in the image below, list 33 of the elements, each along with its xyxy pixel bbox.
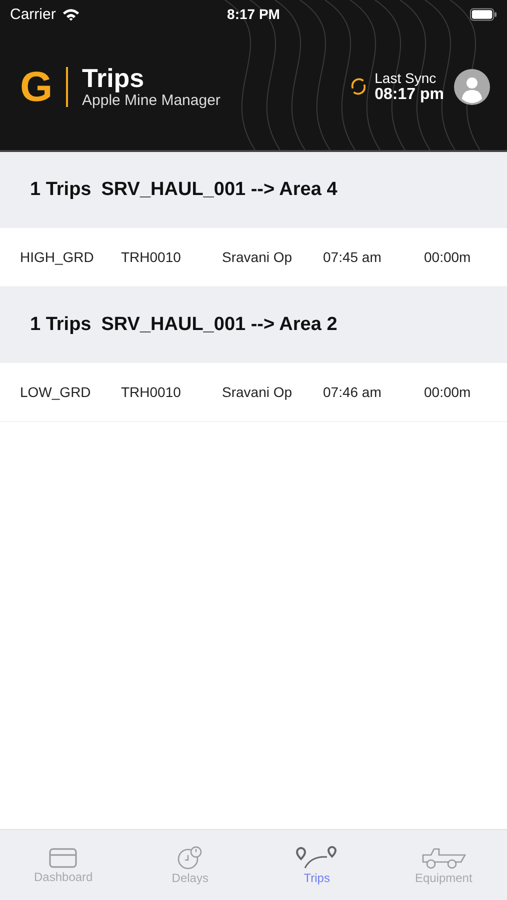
tab[interactable]: Dashboard — [0, 830, 127, 900]
route-label: SRV_HAUL_001 --> Area 2 — [101, 314, 338, 336]
dump-truck-icon — [420, 846, 467, 870]
clock-icon — [177, 846, 204, 870]
card-icon — [49, 846, 78, 868]
table-cell-text: TRH0010 — [121, 384, 182, 400]
trip-count: 1 Trips — [30, 314, 92, 336]
tab[interactable]: Delays — [126, 830, 254, 900]
table-cell-text: HIGH_GRD — [19, 249, 95, 265]
app-subtitle: Apple Mine Manager — [82, 92, 220, 109]
carrier-label: Carrier — [10, 6, 56, 22]
sync-icon[interactable] — [348, 77, 368, 96]
table-cell-text: Sravani Op — [222, 249, 294, 265]
status-time: 8:17 PM — [227, 6, 280, 22]
table-cell-text: 00:00m — [424, 384, 472, 400]
trip-count: 1 Trips — [30, 179, 92, 201]
table-cell-text: TRH0010 — [121, 249, 182, 265]
avatar-icon[interactable] — [454, 68, 490, 104]
wifi-icon — [62, 8, 80, 20]
table-cell-text: 00:00m — [424, 249, 472, 265]
table-cell-text: 07:45 am — [323, 249, 382, 265]
route-icon — [294, 846, 339, 870]
table-cell-text: 07:46 am — [323, 384, 382, 400]
route-label: SRV_HAUL_001 --> Area 4 — [101, 179, 338, 201]
table-cell-text: LOW_GRD — [19, 384, 92, 400]
last-sync-time: 08:17 pm — [374, 86, 444, 104]
table-cell-text: Sravani Op — [222, 384, 294, 400]
last-sync-label: Last Sync — [374, 70, 438, 86]
battery-icon — [470, 8, 497, 20]
logo: G — [20, 66, 54, 108]
page-title: Trips — [82, 64, 146, 92]
tab[interactable]: Equipment — [380, 830, 507, 900]
tab[interactable]: Trips — [254, 830, 380, 900]
